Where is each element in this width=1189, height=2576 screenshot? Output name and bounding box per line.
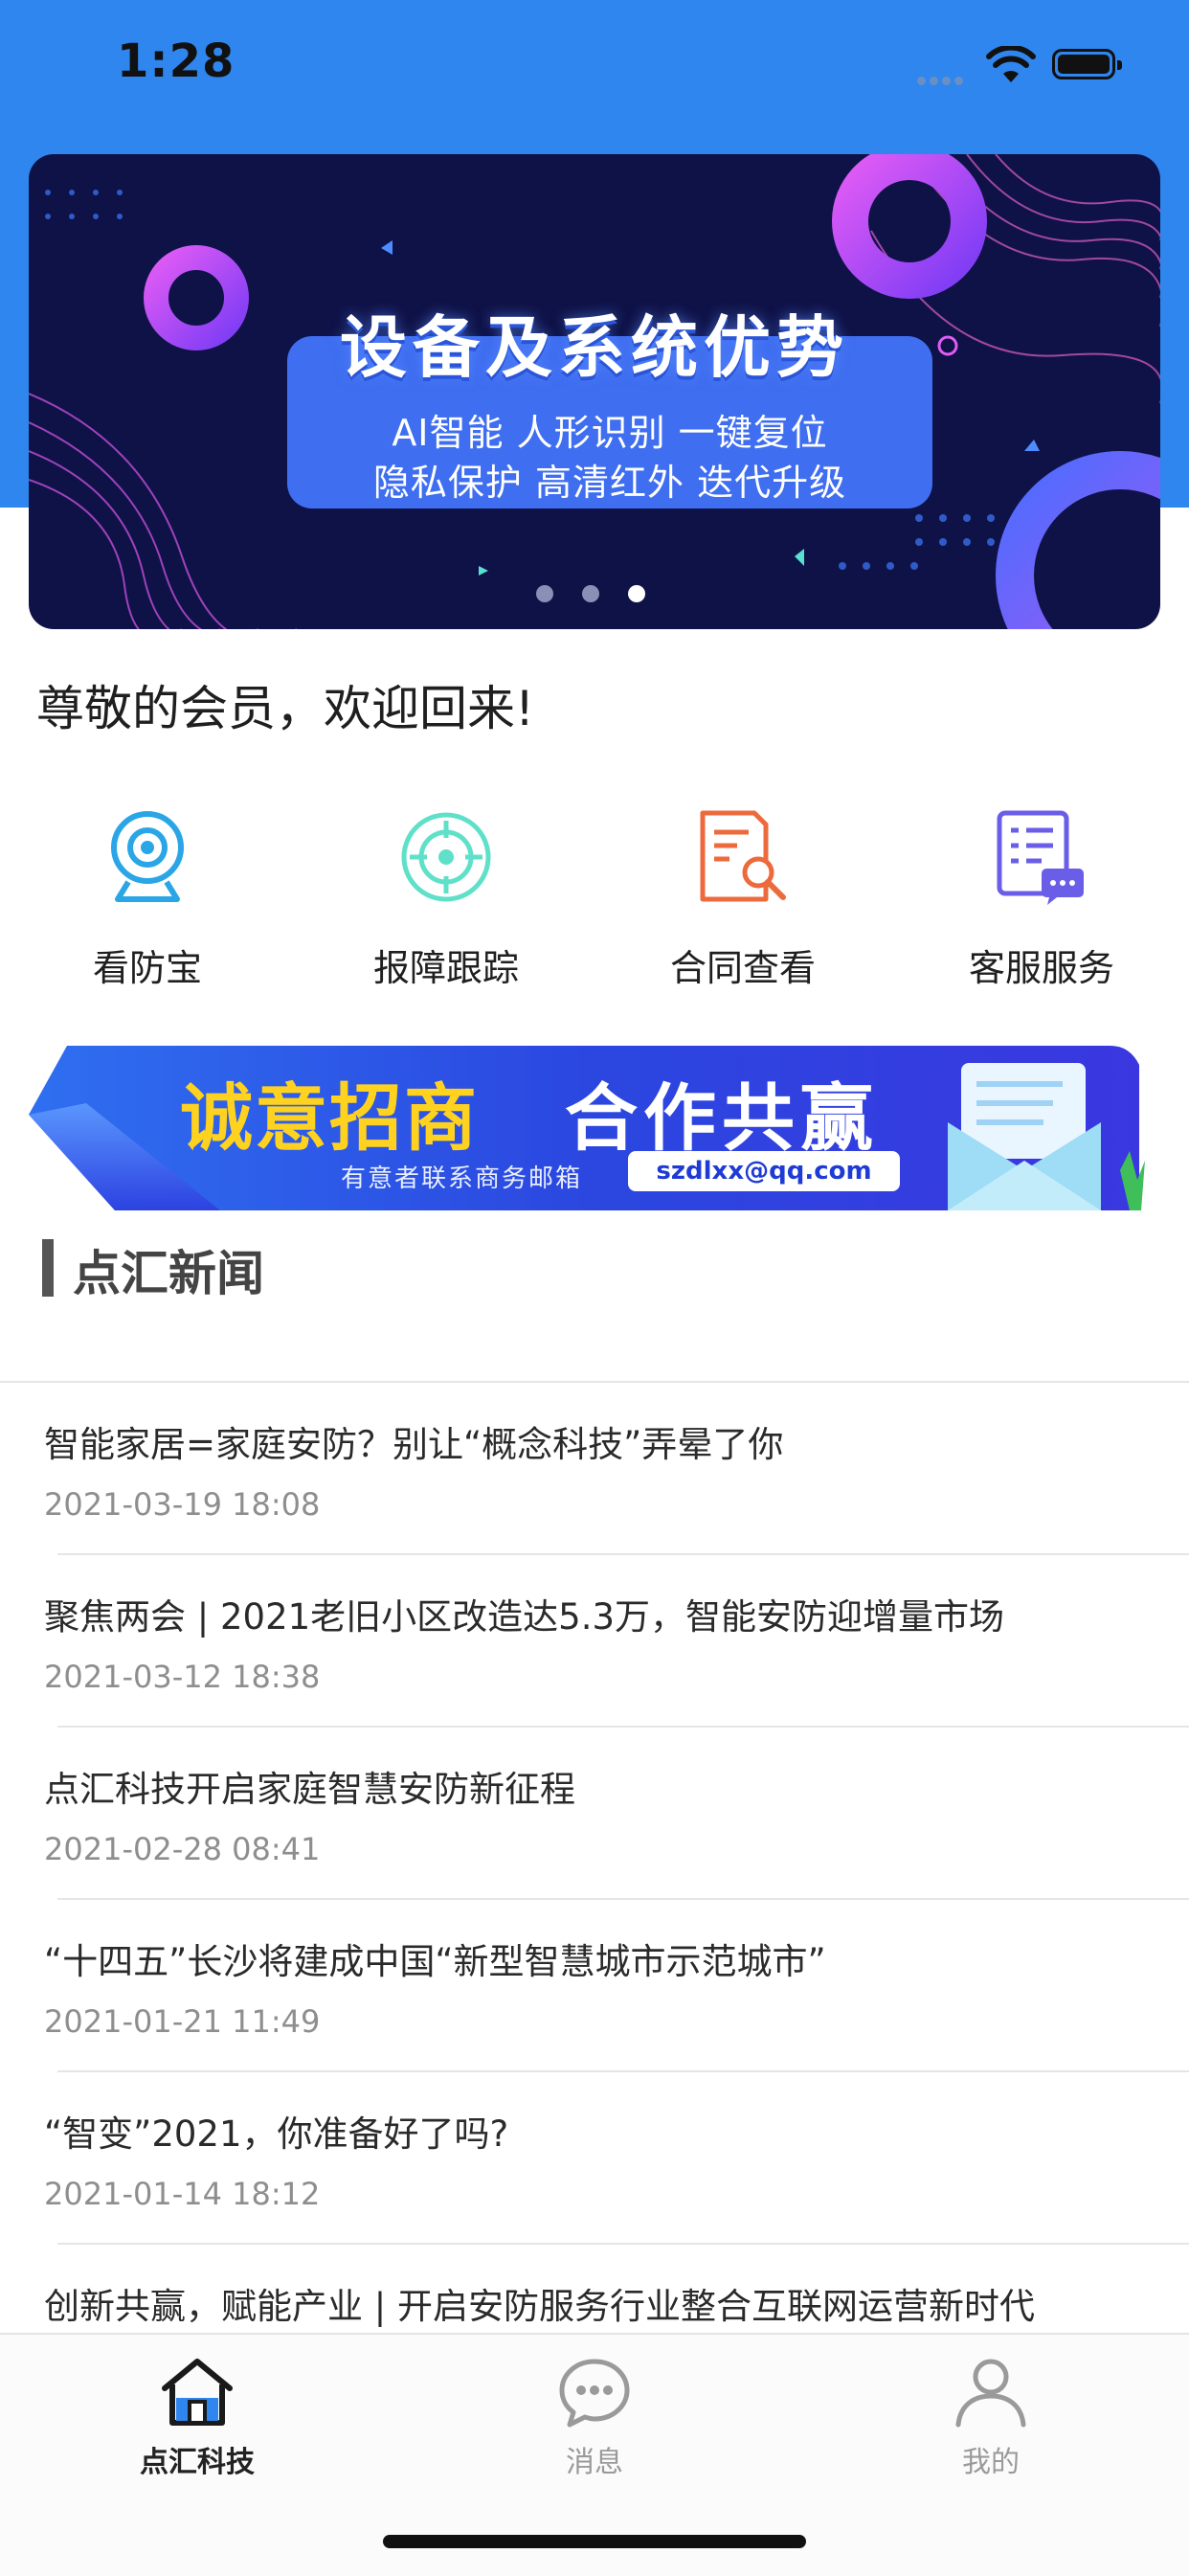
news-date: 2021-01-21 11:49 (44, 2003, 321, 2040)
welcome-message: 尊敬的会员，欢迎回来! (36, 681, 535, 736)
news-title: 点汇科技开启家庭智慧安防新征程 (44, 1769, 575, 1810)
tab-label: 消息 (566, 2446, 623, 2479)
promo-subtext: 有意者联系商务邮箱 (341, 1164, 583, 1193)
tab-messages[interactable]: 消息 (499, 2356, 690, 2480)
promo-headline-1: 诚意招商 (180, 1075, 479, 1161)
promo-email[interactable]: szdlxx@qq.com (628, 1151, 900, 1191)
quick-action-label: 报障跟踪 (372, 947, 519, 989)
news-list: 智能家居=家庭安防？别让“概念科技”弄晕了你 2021-03-19 18:08 … (0, 1383, 1189, 2417)
status-time: 1:28 (117, 34, 236, 88)
chat-list-icon (927, 804, 1156, 910)
news-item[interactable]: 点汇科技开启家庭智慧安防新征程 2021-02-28 08:41 (0, 1728, 1189, 1900)
signal-icon (917, 71, 967, 89)
section-accent-bar (42, 1239, 54, 1297)
home-indicator[interactable] (383, 2535, 806, 2548)
status-bar: 1:28 (0, 0, 1189, 134)
quick-action-kanfangbao[interactable]: 看防宝 (33, 804, 262, 991)
news-item[interactable]: “智变”2021，你准备好了吗? 2021-01-14 18:12 (0, 2072, 1189, 2245)
banner-line-1: AI智能 人形识别 一键复位 (392, 412, 828, 454)
news-item[interactable]: 聚焦两会 | 2021老旧小区改造达5.3万，智能安防迎增量市场 2021-03… (0, 1555, 1189, 1728)
news-date: 2021-03-12 18:38 (44, 1659, 321, 1695)
news-title: “智变”2021，你准备好了吗? (44, 2113, 509, 2155)
quick-action-label: 客服服务 (968, 947, 1114, 989)
tab-home[interactable]: 点汇科技 (101, 2356, 293, 2480)
target-icon (331, 804, 561, 910)
quick-action-contract-view[interactable]: 合同查看 (628, 804, 858, 991)
camera-icon (33, 804, 262, 910)
document-search-icon (628, 804, 858, 910)
battery-icon (1052, 49, 1122, 79)
tab-label: 我的 (962, 2446, 1020, 2479)
news-title: “十四五”长沙将建成中国“新型智慧城市示范城市” (44, 1941, 826, 1982)
hero-banner-carousel[interactable]: AI智能 人形识别 一键复位 隐私保护 高清红外 迭代升级 设备及系统优势 (29, 154, 1160, 629)
news-title: 智能家居=家庭安防？别让“概念科技”弄晕了你 (44, 1424, 784, 1465)
promo-headline-2: 合作共赢 (565, 1075, 879, 1161)
news-title: 聚焦两会 | 2021老旧小区改造达5.3万，智能安防迎增量市场 (44, 1596, 1004, 1638)
user-icon (955, 2359, 1026, 2428)
wifi-icon (986, 46, 1036, 82)
carousel-dot-active[interactable] (628, 585, 645, 602)
banner-title: 设备及系统优势 (340, 308, 849, 387)
quick-action-label: 合同查看 (669, 947, 816, 989)
news-item[interactable]: 智能家居=家庭安防？别让“概念科技”弄晕了你 2021-03-19 18:08 (0, 1383, 1189, 1555)
news-title: 创新共赢，赋能产业 | 开启安防服务行业整合互联网运营新时代 (44, 2286, 1035, 2327)
news-date: 2021-03-19 18:08 (44, 1486, 321, 1523)
tab-profile[interactable]: 我的 (895, 2356, 1087, 2480)
tab-label: 点汇科技 (140, 2446, 255, 2479)
home-icon (162, 2359, 233, 2426)
quick-action-fault-tracking[interactable]: 报障跟踪 (331, 804, 561, 991)
news-item[interactable]: “十四五”长沙将建成中国“新型智慧城市示范城市” 2021-01-21 11:4… (0, 1900, 1189, 2072)
quick-actions: 看防宝 报障跟踪 合同查看 客服服务 (0, 804, 1189, 1006)
quick-action-customer-service[interactable]: 客服服务 (927, 804, 1156, 991)
message-icon (559, 2359, 630, 2428)
carousel-dot[interactable] (582, 585, 599, 602)
carousel-indicator[interactable] (536, 585, 674, 606)
banner-line-2: 隐私保护 高清红外 迭代升级 (372, 462, 847, 504)
news-section-title: 点汇新闻 (73, 1246, 264, 1301)
news-date: 2021-02-28 08:41 (44, 1831, 321, 1867)
promo-banner[interactable]: 诚意招商 合作共赢 有意者联系商务邮箱 szdlxx@qq.com (29, 1046, 1160, 1210)
quick-action-label: 看防宝 (92, 947, 202, 989)
carousel-dot[interactable] (536, 585, 553, 602)
news-date: 2021-01-14 18:12 (44, 2176, 321, 2212)
